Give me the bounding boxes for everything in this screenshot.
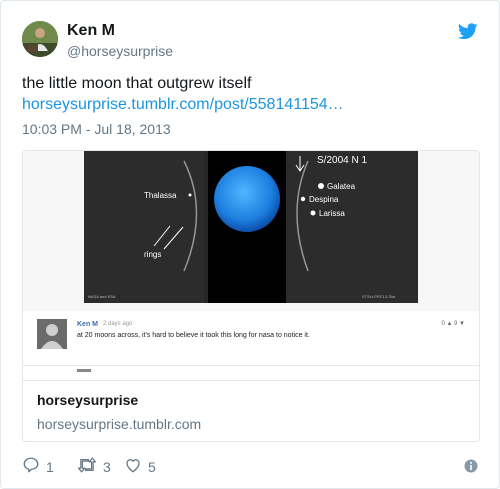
card-image: S/2004 N 1 Galatea Despina Larissa Thala… — [23, 151, 479, 380]
comment-divider — [23, 365, 479, 366]
like-action[interactable]: 5 — [124, 456, 156, 477]
retweet-icon[interactable] — [77, 456, 103, 477]
heart-icon[interactable] — [124, 456, 148, 477]
card-meta[interactable]: horseysurprise horseysurprise.tumblr.com — [23, 380, 479, 441]
comment-text: at 20 moons across, it's hard to believe… — [77, 332, 310, 339]
tweet-timestamp[interactable]: 10:03 PM - Jul 18, 2013 — [22, 121, 171, 137]
avatar[interactable] — [22, 21, 58, 57]
despina-label: Despina — [309, 195, 339, 204]
moon-id-label: S/2004 N 1 — [317, 155, 367, 166]
comment-avatar — [37, 319, 67, 349]
comment-time: 2 days ago — [103, 321, 133, 327]
next-comment-stub — [77, 369, 91, 372]
tweet-text: the little moon that outgrew itself — [22, 75, 252, 92]
credit-left: NASA and ESA — [88, 294, 116, 299]
credit-right: STScI-PRC13-39a — [362, 294, 396, 299]
neptune-photo: S/2004 N 1 Galatea Despina Larissa Thala… — [84, 151, 418, 303]
author-name[interactable]: Ken M — [67, 22, 115, 40]
comment-user: Ken M — [77, 321, 98, 328]
author-handle[interactable]: @horseysurprise — [67, 43, 173, 59]
retweet-count: 3 — [103, 458, 111, 475]
comment-screenshot: Ken M 2 days ago at 20 moons across, it'… — [23, 311, 479, 380]
retweet-action[interactable]: 3 — [77, 456, 111, 477]
reply-count: 1 — [46, 458, 54, 475]
info-icon[interactable] — [464, 459, 478, 478]
thalassa-label: Thalassa — [144, 191, 177, 200]
comment-votes: 0 ▲ 9 ▼ — [441, 321, 465, 327]
twitter-bird-icon[interactable] — [457, 23, 478, 45]
like-count: 5 — [148, 458, 156, 475]
reply-icon[interactable] — [22, 456, 46, 477]
tweet-actions: 1 3 5 — [22, 456, 478, 476]
rings-label: rings — [144, 250, 161, 259]
tweet-link[interactable]: horseysurprise.tumblr.com/post/558141154… — [22, 96, 344, 114]
card-domain[interactable]: horseysurprise.tumblr.com — [37, 416, 201, 432]
reply-action[interactable]: 1 — [22, 456, 54, 477]
embedded-tweet: Ken M @horseysurprise the little moon th… — [0, 0, 500, 489]
link-card[interactable]: S/2004 N 1 Galatea Despina Larissa Thala… — [22, 150, 480, 442]
galatea-label: Galatea — [327, 182, 356, 191]
card-title[interactable]: horseysurprise — [37, 392, 138, 408]
larissa-label: Larissa — [319, 209, 345, 218]
